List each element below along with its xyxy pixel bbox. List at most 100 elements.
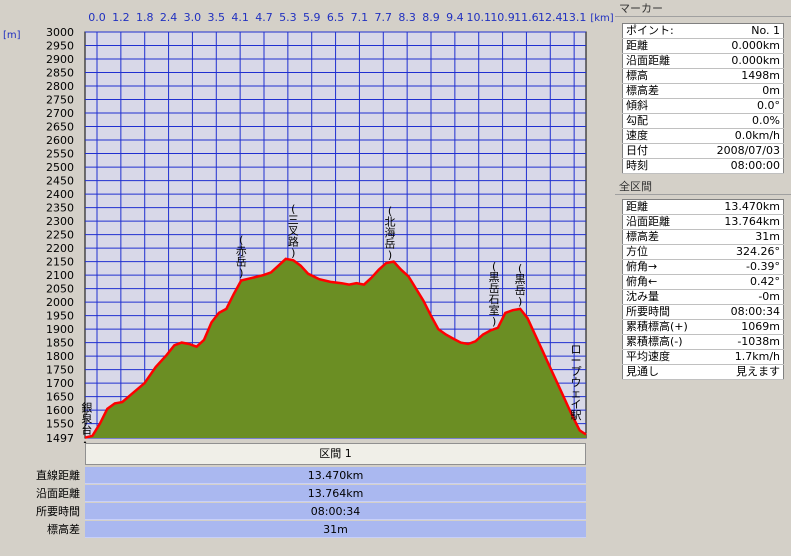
total-label: 累積標高(-) [622, 334, 707, 350]
marker-label: 傾斜 [622, 98, 693, 114]
y-tick-label: 2150 [46, 256, 74, 269]
x-tick-label: 5.3 [279, 11, 297, 24]
total-label: 沿面距離 [622, 214, 707, 230]
y-tick-label: 1700 [46, 377, 74, 390]
y-tick-label: 2250 [46, 229, 74, 242]
marker-value: 0m [692, 83, 784, 99]
total-value: 324.26° [706, 244, 784, 260]
y-tick-label: 2050 [46, 283, 74, 296]
total-table: 距離 13.470km 沿面距離 13.764km 標高差 31m 方位 324.26° 俯角→… [622, 199, 784, 380]
y-tick-label: 2550 [46, 148, 74, 161]
total-value: 0.42° [706, 274, 784, 290]
y-unit-label: [m] [3, 30, 21, 41]
total-value: 31m [706, 229, 784, 245]
y-tick-label: 2850 [46, 67, 74, 80]
marker-row: 日付 2008/07/03 [622, 143, 784, 159]
marker-label: 日付 [622, 143, 693, 159]
x-tick-label: 13.1 [562, 11, 587, 24]
marker-panel-title: マーカー [615, 1, 791, 17]
marker-row: ポイント: No. 1 [622, 23, 784, 39]
y-tick-label: 1600 [46, 404, 74, 417]
marker-label: 勾配 [622, 113, 693, 129]
marker-value: 2008/07/03 [692, 143, 784, 159]
marker-row: 標高差 0m [622, 83, 784, 99]
y-tick-label: 2950 [46, 40, 74, 53]
marker-value: 0.0% [692, 113, 784, 129]
total-row: 標高差 31m [622, 229, 784, 245]
total-label: 方位 [622, 244, 707, 260]
total-label: 所要時間 [622, 304, 707, 320]
marker-value: 0.000km [692, 38, 784, 54]
total-label: 沈み量 [622, 289, 707, 305]
total-label: 累積標高(+) [622, 319, 707, 335]
x-tick-label: 7.7 [375, 11, 393, 24]
total-row: 累積標高(+) 1069m [622, 319, 784, 335]
total-label: 標高差 [622, 229, 707, 245]
total-row: 俯角← 0.42° [622, 274, 784, 290]
elevation-chart[interactable]: 3000295029002850280027502700265026002550… [0, 0, 615, 443]
y-tick-label: 2900 [46, 53, 74, 66]
x-tick-label: 6.5 [327, 11, 345, 24]
segment-label: 沿面距離 [36, 487, 80, 500]
total-row: 見通し 見えます [622, 364, 784, 380]
y-tick-label: 2650 [46, 121, 74, 134]
y-tick-label: 2200 [46, 242, 74, 255]
marker-row: 時刻 08:00:00 [622, 158, 784, 174]
y-tick-label: 1550 [46, 418, 74, 431]
total-row: 沿面距離 13.764km [622, 214, 784, 230]
y-tick-label: 1497 [46, 432, 74, 443]
total-value: 08:00:34 [706, 304, 784, 320]
segment-header[interactable]: 区間 1 [85, 443, 586, 465]
x-tick-label: 4.1 [231, 11, 249, 24]
y-tick-label: 2800 [46, 80, 74, 93]
y-tick-label: 2350 [46, 202, 74, 215]
y-tick-label: 1650 [46, 391, 74, 404]
marker-label: ポイント: [622, 23, 693, 39]
y-tick-label: 2500 [46, 161, 74, 174]
marker-value: 0.0° [692, 98, 784, 114]
segment-value: 08:00:34 [85, 503, 586, 520]
marker-label: 標高差 [622, 83, 693, 99]
y-tick-label: 2750 [46, 94, 74, 107]
total-label: 俯角← [622, 274, 707, 290]
marker-value: No. 1 [692, 23, 784, 39]
marker-row: 傾斜 0.0° [622, 98, 784, 114]
x-tick-label: 4.7 [255, 11, 273, 24]
segment-value: 31m [85, 521, 586, 538]
segment-value: 13.764km [85, 485, 586, 502]
marker-value: 0.0km/h [692, 128, 784, 144]
x-tick-label: 2.4 [160, 11, 178, 24]
x-tick-label: 1.2 [112, 11, 130, 24]
waypoint-label: ロープウェイ駅 [570, 343, 581, 422]
marker-value: 0.000km [692, 53, 784, 69]
waypoint-label: 銀泉台 [81, 400, 92, 436]
marker-row: 勾配 0.0% [622, 113, 784, 129]
total-value: 13.470km [706, 199, 784, 215]
total-label: 平均速度 [622, 349, 707, 365]
total-value: 見えます [706, 364, 784, 380]
segment-label: 標高差 [47, 523, 80, 536]
total-value: -1038m [706, 334, 784, 350]
y-tick-label: 3000 [46, 26, 74, 39]
marker-row: 速度 0.0km/h [622, 128, 784, 144]
y-tick-label: 1950 [46, 310, 74, 323]
marker-value: 1498m [692, 68, 784, 84]
marker-label: 時刻 [622, 158, 693, 174]
segment-label: 所要時間 [36, 505, 80, 518]
x-tick-label: 0.0 [88, 11, 106, 24]
y-tick-label: 2300 [46, 215, 74, 228]
total-value: 1.7km/h [706, 349, 784, 365]
marker-row: 沿面距離 0.000km [622, 53, 784, 69]
total-row: 累積標高(-) -1038m [622, 334, 784, 350]
total-panel-title: 全区間 [615, 179, 791, 195]
x-tick-label: 1.8 [136, 11, 154, 24]
total-label: 距離 [622, 199, 707, 215]
y-tick-label: 2700 [46, 107, 74, 120]
marker-label: 距離 [622, 38, 693, 54]
x-tick-label: 5.9 [303, 11, 321, 24]
x-tick-label: 3.0 [184, 11, 202, 24]
total-row: 俯角→ -0.39° [622, 259, 784, 275]
total-row: 距離 13.470km [622, 199, 784, 215]
x-tick-label: 10.1 [466, 11, 491, 24]
segment-label: 直線距離 [36, 469, 80, 482]
